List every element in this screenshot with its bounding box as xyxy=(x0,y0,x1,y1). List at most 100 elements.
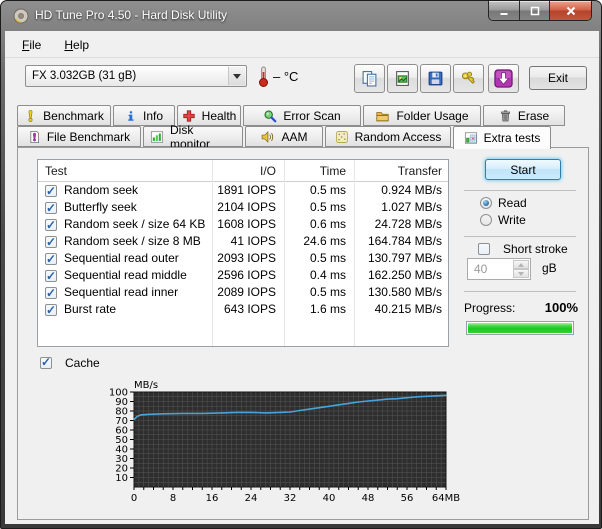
write-radio-row[interactable]: Write xyxy=(480,213,526,227)
tab-folder-usage[interactable]: Folder Usage xyxy=(363,105,481,126)
yellow-keys-icon xyxy=(460,70,477,87)
column-header-transfer[interactable]: Transfer xyxy=(354,160,448,181)
time-cell: 0.6 ms xyxy=(284,216,354,233)
table-row[interactable]: Burst rate643 IOPS1.6 ms40.215 MB/s xyxy=(38,301,448,318)
time-cell: 0.5 ms xyxy=(284,182,354,199)
table-row[interactable]: Butterfly seek2104 IOPS0.5 ms1.027 MB/s xyxy=(38,199,448,216)
check-updates-button[interactable] xyxy=(488,64,519,93)
file-exclamation-icon xyxy=(28,130,41,144)
svg-text:24: 24 xyxy=(245,493,258,504)
tab-error-scan[interactable]: Error Scan xyxy=(243,105,361,126)
test-checkbox[interactable] xyxy=(45,185,57,197)
spinner-buttons xyxy=(513,260,529,278)
test-checkbox[interactable] xyxy=(45,202,57,214)
folder-icon xyxy=(375,109,390,123)
titlebar[interactable]: HD Tune Pro 4.50 - Hard Disk Utility xyxy=(1,1,601,31)
close-button[interactable] xyxy=(549,1,591,21)
toolbar xyxy=(354,64,519,93)
test-checkbox[interactable] xyxy=(45,219,57,231)
speaker-icon xyxy=(260,130,275,144)
maximize-button[interactable] xyxy=(519,1,549,21)
column-header-time[interactable]: Time xyxy=(284,160,354,181)
cache-checkbox[interactable] xyxy=(40,357,52,369)
read-radio-label: Read xyxy=(498,196,527,210)
spin-down-button[interactable] xyxy=(513,269,529,278)
test-cell: Sequential read outer xyxy=(38,250,212,267)
menu-help[interactable]: Help xyxy=(64,38,89,52)
svg-text:90: 90 xyxy=(115,397,128,408)
table-row[interactable]: Random seek1891 IOPS0.5 ms0.924 MB/s xyxy=(38,182,448,199)
test-name: Butterfly seek xyxy=(64,199,137,216)
transfer-cell: 24.728 MB/s xyxy=(354,216,448,233)
tab-random-access[interactable]: Random Access xyxy=(325,126,451,147)
test-checkbox[interactable] xyxy=(45,236,57,248)
write-radio[interactable] xyxy=(480,214,492,226)
spin-up-button[interactable] xyxy=(513,260,529,269)
tab-aam[interactable]: AAM xyxy=(245,126,323,147)
column-header-io[interactable]: I/O xyxy=(212,160,284,181)
tab-extra-tests[interactable]: Extra tests xyxy=(453,126,551,149)
short-stroke-checkbox[interactable] xyxy=(478,243,490,255)
temperature-value: – °C xyxy=(273,69,298,84)
read-radio[interactable] xyxy=(480,197,492,209)
table-row[interactable]: Sequential read outer2093 IOPS0.5 ms130.… xyxy=(38,250,448,267)
table-row[interactable]: Sequential read middle2596 IOPS0.4 ms162… xyxy=(38,267,448,284)
read-radio-row[interactable]: Read xyxy=(480,196,527,210)
svg-text:100: 100 xyxy=(109,388,128,399)
start-button[interactable]: Start xyxy=(485,159,561,180)
copy-text-button[interactable] xyxy=(354,64,385,93)
size-spinner[interactable]: 40 xyxy=(467,258,531,280)
io-cell: 2596 IOPS xyxy=(212,267,284,284)
io-cell: 2093 IOPS xyxy=(212,250,284,267)
svg-text:48: 48 xyxy=(362,493,375,504)
transfer-cell: 130.580 MB/s xyxy=(354,284,448,301)
test-checkbox[interactable] xyxy=(45,287,57,299)
svg-text:80: 80 xyxy=(115,407,128,418)
short-stroke-label: Short stroke xyxy=(503,242,568,256)
transfer-cell: 130.797 MB/s xyxy=(354,250,448,267)
svg-text:50: 50 xyxy=(115,435,128,446)
minimize-button[interactable] xyxy=(489,1,519,21)
green-bars-icon xyxy=(150,130,164,144)
menu-file[interactable]: File xyxy=(22,38,41,52)
tab-benchmark[interactable]: Benchmark xyxy=(17,105,111,126)
transfer-cell: 164.784 MB/s xyxy=(354,233,448,250)
short-stroke-row[interactable]: Short stroke xyxy=(478,242,568,256)
test-checkbox[interactable] xyxy=(45,253,57,265)
cache-row[interactable]: Cache xyxy=(40,356,100,370)
progress-value: 100% xyxy=(545,300,578,315)
table-row[interactable]: Sequential read inner2089 IOPS0.5 ms130.… xyxy=(38,284,448,301)
tab-row-2: File Benchmark Disk monitor AAM xyxy=(17,126,551,147)
table-row[interactable]: Random seek / size 8 MB41 IOPS24.6 ms164… xyxy=(38,233,448,250)
svg-text:56: 56 xyxy=(401,493,414,504)
tab-erase[interactable]: Erase xyxy=(483,105,565,126)
tab-info[interactable]: Info xyxy=(113,105,175,126)
tab-file-benchmark[interactable]: File Benchmark xyxy=(17,126,141,147)
copy-image-button[interactable] xyxy=(387,64,418,93)
tab-label: Error Scan xyxy=(283,109,340,123)
column-separator xyxy=(284,160,285,346)
test-checkbox[interactable] xyxy=(45,270,57,282)
app-icon xyxy=(13,8,29,24)
table-row[interactable]: Random seek / size 64 KB1608 IOPS0.6 ms2… xyxy=(38,216,448,233)
time-cell: 0.5 ms xyxy=(284,250,354,267)
floppy-disk-icon xyxy=(427,70,444,87)
exit-button[interactable]: Exit xyxy=(529,66,587,90)
options-button[interactable] xyxy=(453,64,484,93)
cache-chart-area: 1020304050607080901000816243240485664MBM… xyxy=(92,376,522,521)
purple-down-arrow-icon xyxy=(494,69,513,88)
column-header-test[interactable]: Test xyxy=(38,160,212,181)
info-icon xyxy=(125,109,137,123)
separator xyxy=(464,236,576,237)
window-controls xyxy=(488,1,592,21)
tab-label: Health xyxy=(202,109,237,123)
separator xyxy=(464,190,576,191)
tab-disk-monitor[interactable]: Disk monitor xyxy=(143,126,243,147)
test-results-table: Test I/O Time Transfer Random seek1891 I… xyxy=(37,159,449,347)
tab-label: Info xyxy=(143,109,163,123)
save-screenshot-button[interactable] xyxy=(420,64,451,93)
drive-selector[interactable]: FX 3.032GB (31 gB) xyxy=(25,65,247,87)
test-checkbox[interactable] xyxy=(45,304,57,316)
red-cross-icon xyxy=(182,109,196,123)
test-name: Burst rate xyxy=(64,301,116,318)
